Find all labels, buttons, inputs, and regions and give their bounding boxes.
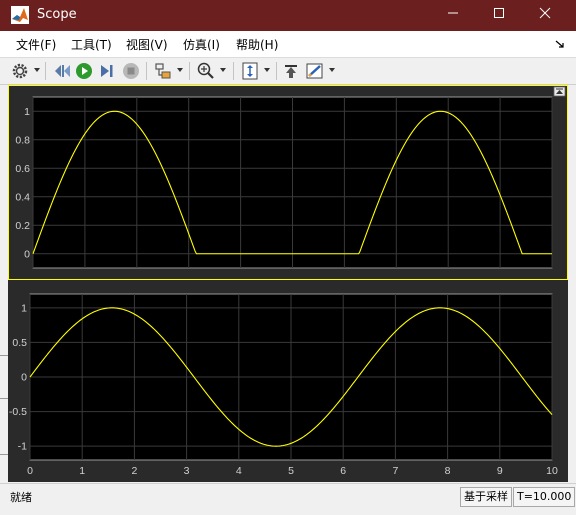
- x-tick-label: 4: [236, 465, 242, 477]
- run-icon[interactable]: [74, 61, 94, 81]
- menu-view[interactable]: 视图(V): [126, 36, 168, 53]
- top-y-tick-labels: 1 0.8 0.6 0.4 0.2 0: [15, 106, 30, 261]
- toolbar: [0, 58, 576, 85]
- style-icon[interactable]: [305, 61, 325, 81]
- x-tick-label: 5: [288, 465, 294, 477]
- highlight-dropdown-icon[interactable]: [176, 66, 184, 74]
- stop-icon[interactable]: [121, 61, 141, 81]
- y-tick-label: 0.6: [15, 163, 30, 175]
- y-tick-label: 0: [24, 248, 30, 260]
- sim-time-indicator: T=10.000: [513, 487, 576, 507]
- zoom-icon[interactable]: [196, 61, 216, 81]
- expand-axes-icon[interactable]: [553, 86, 566, 97]
- x-tick-label: 7: [392, 465, 398, 477]
- x-tick-label: 3: [184, 465, 190, 477]
- y-tick-label: 0.4: [15, 191, 30, 203]
- status-ready-text: 就绪: [10, 491, 32, 504]
- x-tick-label: 0: [27, 465, 33, 477]
- toolbar-separator: [276, 62, 277, 80]
- status-bar: 就绪 基于采样 T=10.000: [0, 483, 576, 515]
- step-forward-icon[interactable]: [98, 61, 118, 81]
- window-title: Scope: [37, 7, 77, 22]
- background-window-edge: [0, 398, 8, 399]
- undock-icon[interactable]: [555, 39, 565, 49]
- close-icon: [539, 7, 551, 19]
- y-tick-label: -1: [18, 441, 27, 453]
- maximize-icon: [494, 8, 504, 18]
- y-tick-label: 0.2: [15, 220, 30, 232]
- maximize-button[interactable]: [476, 0, 522, 31]
- autoscale-dropdown-icon[interactable]: [263, 66, 271, 74]
- highlight-block-icon[interactable]: [153, 61, 173, 81]
- x-tick-label: 9: [497, 465, 503, 477]
- background-window-edge: [0, 355, 8, 356]
- bottom-x-tick-labels: 0 1 2 3 4 5 6 7 8 9 10: [27, 465, 558, 477]
- scope-window: Scope 文件(F) 工具(T) 视图(V) 仿真(I) 帮助(H) 1 0.…: [0, 0, 576, 515]
- minimize-button[interactable]: [430, 0, 476, 31]
- bottom-y-tick-labels: 1 0.5 0 -0.5 -1: [9, 302, 27, 452]
- gear-dropdown-icon[interactable]: [33, 66, 41, 74]
- y-tick-label: 0.5: [12, 337, 27, 349]
- matlab-logo-icon: [11, 6, 29, 24]
- gear-icon[interactable]: [10, 61, 30, 81]
- menu-simulation[interactable]: 仿真(I): [183, 36, 220, 53]
- bottom-axes[interactable]: 1 0.5 0 -0.5 -1 0 1 2 3 4 5 6 7 8 9 10: [9, 293, 558, 477]
- y-tick-label: 1: [21, 302, 27, 314]
- restore-layout-icon[interactable]: [281, 61, 301, 81]
- toolbar-separator: [45, 62, 46, 80]
- autoscale-icon[interactable]: [240, 61, 260, 81]
- minimize-icon: [448, 12, 458, 14]
- toolbar-separator: [189, 62, 190, 80]
- menu-tools[interactable]: 工具(T): [71, 36, 112, 53]
- y-tick-label: -0.5: [9, 406, 27, 418]
- title-bar[interactable]: Scope: [0, 0, 576, 31]
- x-tick-label: 1: [79, 465, 85, 477]
- sample-mode-indicator: 基于采样: [460, 487, 512, 507]
- right-border: [568, 85, 576, 482]
- toolbar-separator: [146, 62, 147, 80]
- step-back-icon[interactable]: [52, 61, 72, 81]
- zoom-dropdown-icon[interactable]: [219, 66, 227, 74]
- menu-file[interactable]: 文件(F): [16, 36, 56, 53]
- top-axes[interactable]: 1 0.8 0.6 0.4 0.2 0: [8, 85, 568, 280]
- toolbar-separator: [233, 62, 234, 80]
- menu-help[interactable]: 帮助(H): [236, 36, 278, 53]
- scope-plots[interactable]: 1 0.8 0.6 0.4 0.2 0 1 0.5 0 -0.5 -1 0 1 2 3 4 5 6 7 8 9 10: [8, 85, 568, 482]
- close-button[interactable]: [522, 0, 568, 31]
- scope-display[interactable]: 1 0.8 0.6 0.4 0.2 0 1 0.5 0 -0.5 -1 0 1 2 3 4 5 6 7 8 9 10: [8, 85, 568, 482]
- y-tick-label: 1: [24, 106, 30, 118]
- menu-bar: 文件(F) 工具(T) 视图(V) 仿真(I) 帮助(H): [0, 31, 576, 58]
- y-tick-label: 0: [21, 372, 27, 384]
- x-tick-label: 8: [445, 465, 451, 477]
- x-tick-label: 6: [340, 465, 346, 477]
- x-tick-label: 10: [546, 465, 558, 477]
- y-tick-label: 0.8: [15, 134, 30, 146]
- background-window-edge: [0, 454, 8, 455]
- x-tick-label: 2: [131, 465, 137, 477]
- style-dropdown-icon[interactable]: [328, 66, 336, 74]
